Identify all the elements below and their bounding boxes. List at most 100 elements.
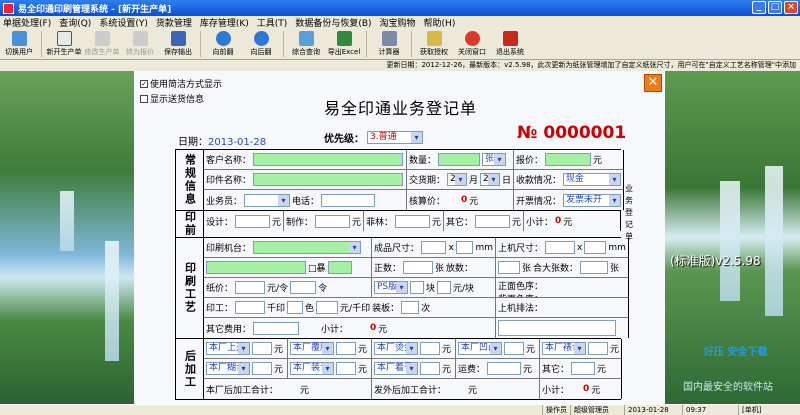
machine-height-input[interactable] xyxy=(584,241,607,254)
print-work-input[interactable] xyxy=(235,301,266,314)
side-note: 业务登记单 xyxy=(625,184,633,241)
design-input[interactable] xyxy=(235,214,270,228)
make-input[interactable] xyxy=(315,214,350,228)
qty-unit-select[interactable]: 张 xyxy=(482,153,507,166)
convert-quote-button[interactable]: 转为报价 xyxy=(121,29,159,59)
switch-user-button[interactable]: 切换用户 xyxy=(0,29,38,59)
plate-count-input[interactable] xyxy=(410,281,424,294)
edit-order-icon xyxy=(94,31,110,46)
status-mode: [单机] xyxy=(738,405,800,415)
post-item-input[interactable] xyxy=(420,342,440,355)
post-item-input[interactable] xyxy=(336,362,356,375)
post-item-input[interactable] xyxy=(504,342,524,355)
per-thousand-input[interactable] xyxy=(316,301,339,314)
extra-input[interactable] xyxy=(498,261,520,274)
prepress-subtotal: 0 xyxy=(555,216,562,226)
phone-input[interactable] xyxy=(321,193,376,207)
form-grid: 常规信息 客户名称： 数量：张 报价：元 印件名称： 交货期：2月2日 收款情况… xyxy=(175,149,629,400)
menu-inventory[interactable]: 库存管理(K) xyxy=(200,16,249,29)
license-icon xyxy=(426,31,442,46)
post-item-input[interactable] xyxy=(420,362,440,375)
menu-bar: 单据处理(F) 查询(Q) 系统设置(Y) 货款管理 库存管理(K) 工具(T)… xyxy=(0,16,800,29)
post-other-input[interactable] xyxy=(571,362,596,375)
exit-button[interactable]: 退出系统 xyxy=(491,29,529,59)
paper-price-input[interactable] xyxy=(235,281,266,294)
machine-select[interactable] xyxy=(253,241,362,254)
prev-icon xyxy=(215,31,231,46)
post-item-select[interactable]: 本厂着号 xyxy=(374,362,418,375)
plate-times-input[interactable] xyxy=(401,301,420,314)
version-label: (标准版)v2.5.98 xyxy=(670,254,761,268)
post-item-select[interactable]: 本厂凹凸 xyxy=(458,342,502,355)
customer-input[interactable] xyxy=(253,153,404,166)
post-item-select[interactable]: 本厂覆膜 xyxy=(290,342,334,355)
paper-input[interactable] xyxy=(206,261,306,274)
post-item-select[interactable]: 本厂裱合 xyxy=(542,342,586,355)
close-button[interactable]: × xyxy=(784,1,798,14)
layout-notes-input[interactable] xyxy=(498,320,616,336)
finish-width-input[interactable] xyxy=(421,241,447,254)
prev-button[interactable]: 向前翻 xyxy=(204,29,242,59)
post-item-select[interactable]: 本厂装订 xyxy=(290,362,334,375)
bleed-checkbox[interactable]: □暴 xyxy=(308,261,326,274)
due-month-select[interactable]: 2 xyxy=(447,173,467,186)
compact-mode-checkbox[interactable]: ✓ 使用简洁方式显示 xyxy=(140,77,222,90)
license-button[interactable]: 获取授权 xyxy=(415,29,453,59)
other-fee-input[interactable] xyxy=(253,321,300,335)
minimize-button[interactable]: _ xyxy=(752,1,766,14)
freight-input[interactable] xyxy=(487,362,522,375)
menu-backup[interactable]: 数据备份与恢复(B) xyxy=(295,16,371,29)
priority-select[interactable]: 3.普通 xyxy=(367,131,423,144)
menu-tools[interactable]: 工具(T) xyxy=(257,16,288,29)
plate-type-select[interactable]: PS版 xyxy=(374,281,408,294)
calculator-button[interactable]: 计算器 xyxy=(370,29,408,59)
post-item-select[interactable]: 本厂上光 xyxy=(206,342,250,355)
machine-width-input[interactable] xyxy=(545,241,576,254)
priority: 优先级： 3.普通 xyxy=(324,130,423,145)
plate-price-input[interactable] xyxy=(437,281,452,294)
save-button[interactable]: 保存输出 xyxy=(159,29,197,59)
menu-settings[interactable]: 系统设置(Y) xyxy=(99,16,148,29)
process-subtotal: 0 xyxy=(370,323,377,333)
sheets-input[interactable] xyxy=(403,261,434,274)
toolbar: 切换用户 新开生产单 修改生产单 转为报价 保存输出 向前翻 向后翻 综合查询 … xyxy=(0,29,800,60)
total-sheets-input[interactable] xyxy=(580,261,609,274)
film-input[interactable] xyxy=(395,214,430,228)
salesman-select[interactable] xyxy=(244,193,291,207)
show-delivery-checkbox[interactable]: 显示送货信息 xyxy=(140,92,204,105)
next-button[interactable]: 向后翻 xyxy=(242,29,280,59)
post-item-input[interactable] xyxy=(252,342,272,355)
new-order-button[interactable]: 新开生产单 xyxy=(45,29,83,59)
ream-input[interactable] xyxy=(290,281,317,294)
due-day-select[interactable]: 2 xyxy=(480,173,500,186)
post-item-input[interactable] xyxy=(336,342,356,355)
quantity-input[interactable] xyxy=(438,153,481,166)
menu-help[interactable]: 帮助(H) xyxy=(424,16,456,29)
post-item-input[interactable] xyxy=(588,342,608,355)
update-notice: 更新日期：2012-12-26，最新版本：v2.5.98，此次更新为纸张管理增加… xyxy=(0,60,800,71)
prepress-other-input[interactable] xyxy=(475,214,510,228)
edit-order-button[interactable]: 修改生产单 xyxy=(83,29,121,59)
order-number: № 0000001 xyxy=(517,123,627,143)
menu-taobao[interactable]: 淘宝购物 xyxy=(380,16,416,29)
close-window-button[interactable]: 关闭窗口 xyxy=(453,29,491,59)
color-count-input[interactable] xyxy=(287,301,304,314)
print-name-input[interactable] xyxy=(253,173,404,186)
excel-button[interactable]: 导出Excel xyxy=(325,29,363,59)
finish-height-input[interactable] xyxy=(455,241,474,254)
post-item-select[interactable]: 本厂糊合 xyxy=(206,362,250,375)
menu-payment[interactable]: 货款管理 xyxy=(156,16,192,29)
menu-query[interactable]: 查询(Q) xyxy=(59,16,91,29)
post-item-select[interactable]: 本厂烫金 xyxy=(374,342,418,355)
invoice-select[interactable]: 发票未开 xyxy=(563,193,622,207)
menu-file[interactable]: 单据处理(F) xyxy=(3,16,51,29)
quote-input[interactable] xyxy=(545,153,592,166)
payment-select[interactable]: 现金 xyxy=(563,173,622,186)
paper-spec-input[interactable] xyxy=(327,261,352,274)
maximize-button[interactable]: □ xyxy=(768,1,782,14)
post-item-input[interactable] xyxy=(252,362,272,375)
query-button[interactable]: 综合查询 xyxy=(287,29,325,59)
operator-name: 超级管理员 xyxy=(570,405,624,415)
close-form-button[interactable]: ✕ xyxy=(644,74,662,92)
cost-value: 0 xyxy=(461,195,468,205)
